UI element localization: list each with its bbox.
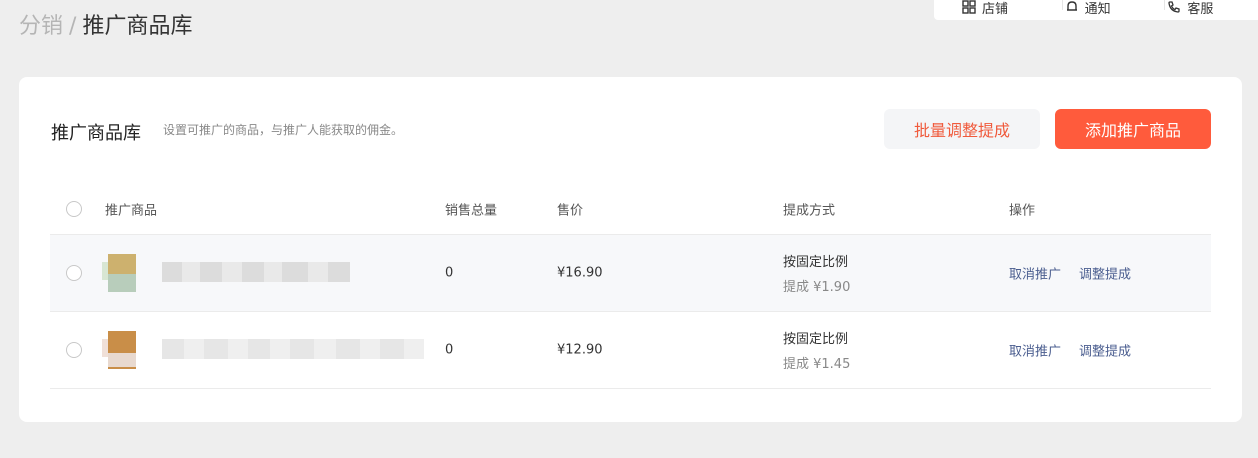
topbar-store[interactable]: 店铺 bbox=[962, 0, 1065, 17]
bell-icon bbox=[1066, 1, 1077, 11]
header-commission: 提成方式 bbox=[783, 203, 836, 219]
product-name-blurred[interactable] bbox=[162, 339, 424, 361]
row-commission: 按固定比例 提成 ¥1.45 bbox=[783, 328, 850, 372]
row-ops: 取消推广 调整提成 bbox=[1009, 341, 1149, 360]
add-promo-product-button[interactable]: 添加推广商品 bbox=[1055, 109, 1211, 149]
card-title: 推广商品库 bbox=[51, 123, 141, 144]
commission-amount: 提成 ¥1.45 bbox=[783, 357, 851, 372]
store-icon bbox=[962, 0, 976, 14]
breadcrumb-separator: / bbox=[69, 14, 77, 39]
breadcrumb-parent[interactable]: 分销 bbox=[19, 14, 63, 39]
promo-products-table: 推广商品 销售总量 售价 提成方式 操作 0 ¥16.90 按固定比例 提成 ¥… bbox=[50, 184, 1211, 389]
topbar-notify[interactable]: 通知 bbox=[1065, 0, 1168, 17]
header-sales: 销售总量 bbox=[445, 203, 498, 219]
cancel-promo-link[interactable]: 取消推广 bbox=[1009, 268, 1061, 283]
topbar-service[interactable]: 客服 bbox=[1167, 0, 1258, 17]
batch-adjust-commission-button[interactable]: 批量调整提成 bbox=[884, 109, 1040, 149]
card-description: 设置可推广的商品，与推广人能获取的佣金。 bbox=[163, 123, 404, 137]
page-title: 推广商品库 bbox=[82, 14, 193, 39]
row-price: ¥12.90 bbox=[557, 342, 603, 358]
adjust-commission-link[interactable]: 调整提成 bbox=[1079, 345, 1131, 360]
topbar-service-label: 客服 bbox=[1187, 1, 1214, 17]
header-ops: 操作 bbox=[1009, 203, 1036, 219]
commission-amount: 提成 ¥1.90 bbox=[783, 280, 851, 295]
row-checkbox[interactable] bbox=[66, 265, 82, 281]
row-checkbox[interactable] bbox=[66, 342, 82, 358]
header-price: 售价 bbox=[557, 203, 584, 219]
row-ops: 取消推广 调整提成 bbox=[1009, 264, 1149, 283]
product-thumbnail[interactable] bbox=[102, 250, 140, 296]
product-thumbnail[interactable] bbox=[102, 327, 140, 373]
commission-type: 按固定比例 bbox=[783, 255, 849, 270]
header-product: 推广商品 bbox=[105, 203, 158, 219]
row-sales: 0 bbox=[445, 265, 454, 281]
promo-products-card: 推广商品库 设置可推广的商品，与推广人能获取的佣金。 批量调整提成 添加推广商品… bbox=[19, 77, 1242, 422]
topbar-store-label: 店铺 bbox=[982, 1, 1009, 17]
topbar-notify-label: 通知 bbox=[1084, 1, 1111, 17]
product-name-blurred[interactable] bbox=[162, 262, 350, 284]
row-sales: 0 bbox=[445, 342, 454, 358]
top-toolbar: 店铺 通知 客服 bbox=[934, 0, 1258, 20]
row-commission: 按固定比例 提成 ¥1.90 bbox=[783, 251, 850, 295]
cancel-promo-link[interactable]: 取消推广 bbox=[1009, 345, 1061, 360]
adjust-commission-link[interactable]: 调整提成 bbox=[1079, 268, 1131, 283]
table-row: 0 ¥12.90 按固定比例 提成 ¥1.45 取消推广 调整提成 bbox=[50, 312, 1211, 389]
table-row: 0 ¥16.90 按固定比例 提成 ¥1.90 取消推广 调整提成 bbox=[50, 235, 1211, 312]
row-price: ¥16.90 bbox=[557, 265, 603, 281]
breadcrumb: 分销 / 推广商品库 bbox=[19, 12, 192, 42]
phone-icon bbox=[1168, 1, 1180, 13]
commission-type: 按固定比例 bbox=[783, 332, 849, 347]
table-header: 推广商品 销售总量 售价 提成方式 操作 bbox=[50, 184, 1211, 235]
select-all-checkbox[interactable] bbox=[66, 201, 82, 217]
